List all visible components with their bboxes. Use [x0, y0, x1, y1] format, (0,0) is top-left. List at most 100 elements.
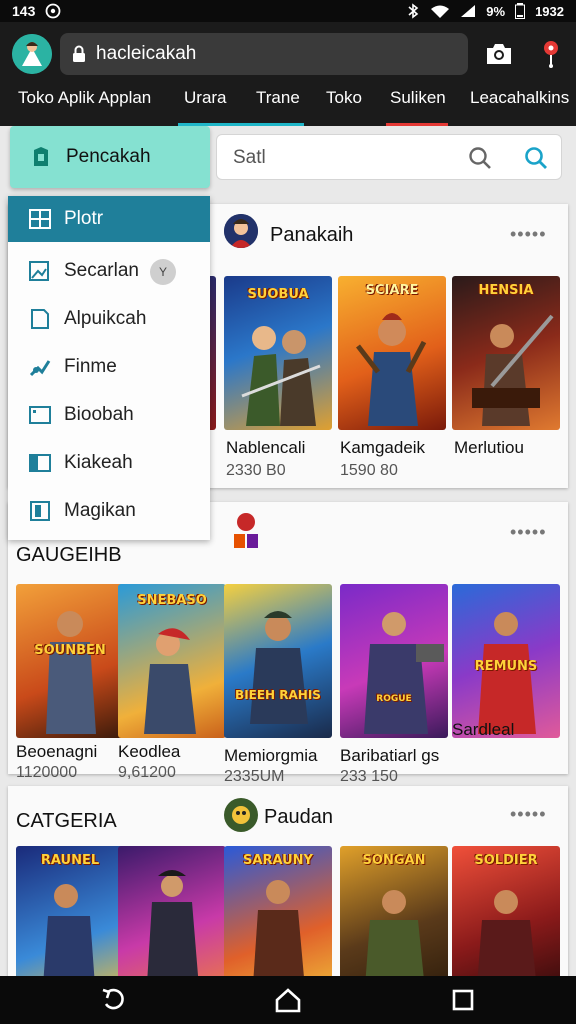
main-content: Satl Panakaih ••••• SUOBUA Nablencali 23…	[0, 126, 576, 976]
drawer-menu: Plotr Secarlan Y Alpuikcah Finme Bioobah…	[8, 196, 210, 540]
pen-icon	[29, 360, 51, 377]
more-options-icon[interactable]: •••••	[510, 522, 547, 543]
game-card-image[interactable]: HENSIA	[452, 276, 560, 430]
tab-trane[interactable]: Trane	[256, 88, 300, 120]
card-subtitle: 2330 B0	[226, 462, 286, 479]
drawer-item-kiakeah[interactable]: Kiakeah	[8, 440, 210, 486]
tab-leacahalkins[interactable]: Leacahalkins	[470, 88, 569, 120]
drawer-item-alpuikcah[interactable]: Alpuikcah	[8, 296, 210, 342]
book-icon	[29, 454, 51, 472]
game-card-image[interactable]	[118, 846, 226, 976]
tab-toko[interactable]: Toko	[326, 88, 362, 120]
card-art-title: BIEEH RAHIS	[235, 688, 321, 702]
card-subtitle: 233 150	[340, 768, 398, 785]
home-icon[interactable]	[273, 986, 303, 1014]
section-badge-icon	[232, 512, 260, 552]
url-row: hacleicakah	[0, 30, 576, 78]
game-card-image[interactable]: ROGUE	[340, 584, 448, 738]
window-icon	[29, 406, 51, 424]
card-title[interactable]: Keodlea	[118, 742, 180, 762]
more-options-icon[interactable]: •••••	[510, 804, 547, 825]
card-title[interactable]: Memiorgmia	[224, 746, 318, 766]
section-heading: Paudan	[264, 806, 333, 828]
camera-icon[interactable]	[484, 40, 514, 68]
signal-icon	[461, 5, 476, 17]
drawer-item-label: Kiakeah	[64, 452, 133, 473]
tab-label: Urara	[184, 88, 227, 107]
status-clock: 1932	[535, 3, 564, 19]
app-logo-icon[interactable]	[12, 34, 52, 74]
bookmark-icon	[30, 501, 50, 521]
game-card-image[interactable]: REMUNS	[452, 584, 560, 738]
tab-urara[interactable]: Urara	[178, 88, 304, 126]
section-title: Panakaih	[270, 224, 354, 246]
section-avatar	[224, 214, 258, 248]
drawer-item-label: Secarlan	[64, 260, 139, 281]
more-options-icon[interactable]: •••••	[510, 224, 547, 245]
system-nav-bar	[0, 976, 576, 1024]
address-bar[interactable]: hacleicakah	[60, 33, 468, 75]
card-title[interactable]: Beoenagni	[16, 742, 97, 762]
search-icon[interactable]	[467, 145, 493, 171]
document-icon	[31, 309, 49, 329]
search-field[interactable]: Satl	[216, 134, 562, 180]
card-title[interactable]: Merlutiou	[454, 438, 524, 458]
battery-percent: 9%	[486, 3, 506, 19]
drawer-header[interactable]: Pencakah	[10, 126, 210, 188]
recents-icon[interactable]	[448, 986, 478, 1014]
drawer-item-bioobah[interactable]: Bioobah	[8, 392, 210, 438]
card-title[interactable]: Kamgadeik	[340, 438, 425, 458]
image-icon	[29, 261, 49, 281]
card-title[interactable]: Sardleal	[452, 720, 514, 740]
card-subtitle: 1590 80	[340, 462, 398, 479]
shield-icon	[34, 147, 48, 166]
tab-toko-aplik[interactable]: Toko Aplik Applan	[18, 88, 151, 120]
section-panel-3: Paudan CATGERIA ••••• RAUNEL SARAUNY SON…	[8, 786, 568, 976]
section-avatar	[224, 798, 258, 832]
card-art-title: SOUNBEN	[34, 644, 106, 658]
tab-label: Toko	[326, 88, 362, 107]
game-card-image[interactable]: SONGAN	[340, 846, 448, 976]
browser-toolbar: hacleicakah Toko Aplik Applan Urara Tran…	[0, 22, 576, 126]
lock-icon	[73, 45, 85, 62]
whatsapp-icon	[45, 3, 61, 19]
address-text: hacleicakah	[96, 43, 197, 64]
status-time: 143	[12, 3, 36, 19]
wifi-icon	[431, 5, 450, 18]
game-card-image[interactable]: SUOBUA	[224, 276, 332, 430]
drawer-item-finme[interactable]: Finme	[8, 344, 210, 390]
game-card-image[interactable]: SCIARE	[338, 276, 446, 430]
drawer-item-label: Finme	[64, 356, 117, 377]
card-title[interactable]: Nablencali	[226, 438, 305, 458]
card-subtitle: 1120000	[16, 764, 78, 781]
drawer-item-label: Bioobah	[64, 404, 134, 425]
drawer-item-magikan[interactable]: Magikan	[8, 488, 210, 534]
tab-suliken[interactable]: Suliken	[386, 88, 448, 126]
battery-icon	[515, 3, 526, 19]
game-card-image[interactable]: SOUNBEN	[16, 584, 124, 738]
search-submit-icon[interactable]	[523, 145, 549, 171]
record-icon[interactable]	[538, 38, 564, 70]
game-card-image[interactable]: SARAUNY	[224, 846, 332, 976]
tab-label: Trane	[256, 88, 300, 107]
card-title[interactable]: Baribatiarl gs	[340, 746, 439, 766]
drawer-header-label: Pencakah	[66, 146, 151, 167]
category-tabs: Toko Aplik Applan Urara Trane Toko Sulik…	[0, 84, 576, 126]
game-card-image[interactable]: BIEEH RAHIS	[224, 584, 332, 738]
drawer-item-label: Alpuikcah	[64, 308, 147, 329]
game-card-image[interactable]: RAUNEL	[16, 846, 124, 976]
drawer-item-secarlan[interactable]: Secarlan Y	[8, 248, 210, 294]
back-icon[interactable]	[100, 986, 130, 1014]
card-art-title: REMUNS	[474, 660, 538, 674]
section-title: CATGERIA	[16, 810, 117, 832]
grid-icon	[29, 209, 51, 229]
game-card-image[interactable]: SOLDIER	[452, 846, 560, 976]
card-art-title: ROGUE	[376, 694, 412, 704]
drawer-item-label: Magikan	[64, 500, 136, 521]
search-placeholder: Satl	[233, 147, 266, 168]
status-bar: 143 9% 1932	[0, 0, 576, 22]
tab-label: Suliken	[390, 88, 446, 107]
drawer-item-plotr[interactable]: Plotr	[8, 196, 210, 242]
game-card-image[interactable]: SNEBASO	[118, 584, 226, 738]
section-title: GAUGEIHB	[16, 544, 122, 566]
